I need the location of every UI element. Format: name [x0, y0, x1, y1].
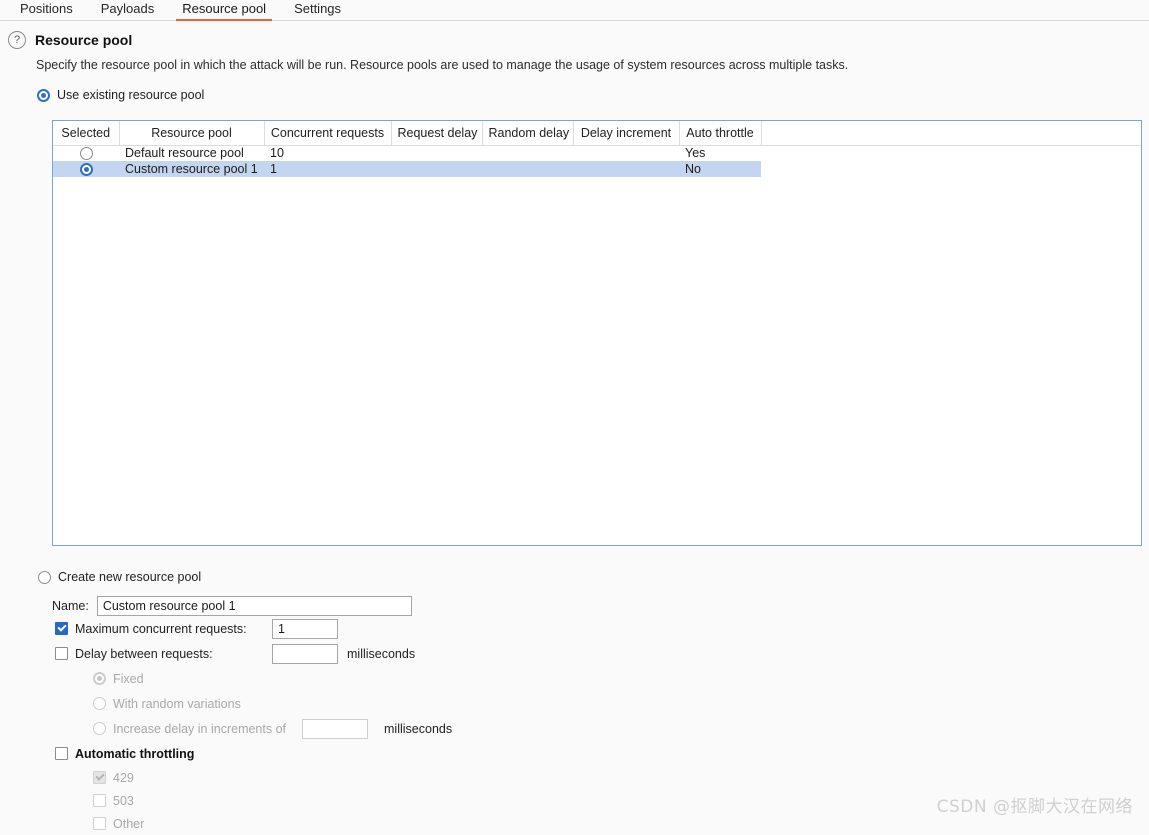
- resource-pool-table[interactable]: Selected Resource pool Concurrent reques…: [52, 120, 1142, 546]
- tab-positions[interactable]: Positions: [6, 0, 87, 20]
- delay-mode-random-radio: [93, 697, 106, 710]
- row-resource-pool: Default resource pool: [119, 145, 264, 161]
- column-header-auto-throttle[interactable]: Auto throttle: [679, 121, 761, 145]
- use-existing-option[interactable]: Use existing resource pool: [37, 88, 1149, 102]
- delay-increment-input: [302, 719, 368, 739]
- column-header-delay-increment[interactable]: Delay increment: [573, 121, 679, 145]
- table-header-row: Selected Resource pool Concurrent reques…: [53, 121, 1141, 145]
- row-request-delay: [391, 161, 482, 177]
- use-existing-section: Use existing resource pool: [0, 72, 1149, 102]
- table-row[interactable]: Custom resource pool 1 1 No: [53, 161, 1141, 177]
- tab-bar: Positions Payloads Resource pool Setting…: [0, 0, 1149, 21]
- column-header-concurrent-requests[interactable]: Concurrent requests: [264, 121, 391, 145]
- help-circle-icon[interactable]: ?: [8, 31, 26, 49]
- throttle-429-checkbox: [93, 771, 106, 784]
- tab-label: Settings: [294, 1, 341, 16]
- row-concurrent-requests: 10: [264, 145, 391, 161]
- tab-label: Positions: [20, 1, 73, 16]
- row-auto-throttle: Yes: [679, 145, 761, 161]
- row-select-radio[interactable]: [80, 163, 93, 176]
- row-spacer: [761, 145, 1141, 161]
- column-header-selected[interactable]: Selected: [53, 121, 119, 145]
- create-new-option-row: Create new resource pool: [0, 570, 1149, 584]
- use-existing-radio[interactable]: [37, 89, 50, 102]
- max-concurrent-checkbox[interactable]: [55, 622, 68, 635]
- page-title: Resource pool: [35, 32, 132, 48]
- automatic-throttling-checkbox[interactable]: [55, 747, 68, 760]
- row-random-delay: [482, 161, 573, 177]
- row-concurrent-requests: 1: [264, 161, 391, 177]
- tab-resource-pool[interactable]: Resource pool: [168, 0, 280, 20]
- watermark: CSDN @抠脚大汉在网络: [937, 792, 1133, 817]
- name-label: Name:: [52, 599, 89, 613]
- delay-between-input[interactable]: [272, 644, 338, 664]
- delay-mode-random-row[interactable]: With random variations: [0, 691, 1149, 716]
- tab-payloads[interactable]: Payloads: [87, 0, 168, 20]
- delay-increment-radio: [93, 722, 106, 735]
- throttle-503-label: 503: [113, 794, 134, 808]
- page-header: ? Resource pool: [0, 21, 1149, 49]
- delay-mode-fixed-label: Fixed: [113, 672, 144, 686]
- page-description: Specify the resource pool in which the a…: [0, 49, 1149, 72]
- throttle-other-checkbox: [93, 817, 106, 830]
- use-existing-label: Use existing resource pool: [57, 88, 204, 102]
- delay-between-toggle[interactable]: Delay between requests:: [55, 647, 272, 661]
- name-input[interactable]: [97, 596, 412, 616]
- throttle-other-label: Other: [113, 817, 144, 831]
- throttle-503-checkbox: [93, 794, 106, 807]
- row-select-radio[interactable]: [80, 147, 93, 160]
- create-new-option[interactable]: Create new resource pool: [38, 570, 1149, 584]
- max-concurrent-toggle[interactable]: Maximum concurrent requests:: [55, 622, 272, 636]
- delay-increment-unit: milliseconds: [384, 722, 452, 736]
- automatic-throttling-row[interactable]: Automatic throttling: [0, 741, 1149, 766]
- row-selected-cell[interactable]: [53, 145, 119, 161]
- row-random-delay: [482, 145, 573, 161]
- column-header-random-delay[interactable]: Random delay: [482, 121, 573, 145]
- max-concurrent-label: Maximum concurrent requests:: [75, 622, 247, 636]
- tab-settings[interactable]: Settings: [280, 0, 355, 20]
- delay-between-label: Delay between requests:: [75, 647, 213, 661]
- column-header-request-delay[interactable]: Request delay: [391, 121, 482, 145]
- row-delay-increment: [573, 161, 679, 177]
- delay-increment-label: Increase delay in increments of: [113, 722, 286, 736]
- row-auto-throttle: No: [679, 161, 761, 177]
- row-delay-increment: [573, 145, 679, 161]
- row-request-delay: [391, 145, 482, 161]
- max-concurrent-input[interactable]: [272, 619, 338, 639]
- automatic-throttling-label: Automatic throttling: [75, 747, 194, 761]
- delay-increment-row[interactable]: Increase delay in increments of millisec…: [0, 716, 1149, 741]
- delay-mode-fixed-radio: [93, 672, 106, 685]
- max-concurrent-row: Maximum concurrent requests:: [0, 616, 1149, 641]
- tab-label: Payloads: [101, 1, 154, 16]
- row-resource-pool: Custom resource pool 1: [119, 161, 264, 177]
- throttle-option-429-row: 429: [0, 766, 1149, 789]
- delay-between-row: Delay between requests: milliseconds: [0, 641, 1149, 666]
- create-new-radio[interactable]: [38, 571, 51, 584]
- table-row[interactable]: Default resource pool 10 Yes: [53, 145, 1141, 161]
- column-header-resource-pool[interactable]: Resource pool: [119, 121, 264, 145]
- delay-between-checkbox[interactable]: [55, 647, 68, 660]
- throttle-429-label: 429: [113, 771, 134, 785]
- create-new-label: Create new resource pool: [58, 570, 201, 584]
- column-header-spacer: [761, 121, 1141, 145]
- row-spacer: [761, 161, 1141, 177]
- tab-label: Resource pool: [182, 1, 266, 16]
- name-row: Name:: [0, 584, 1149, 616]
- delay-mode-fixed-row[interactable]: Fixed: [0, 666, 1149, 691]
- row-selected-cell[interactable]: [53, 161, 119, 177]
- delay-between-unit: milliseconds: [347, 647, 415, 661]
- delay-mode-random-label: With random variations: [113, 697, 241, 711]
